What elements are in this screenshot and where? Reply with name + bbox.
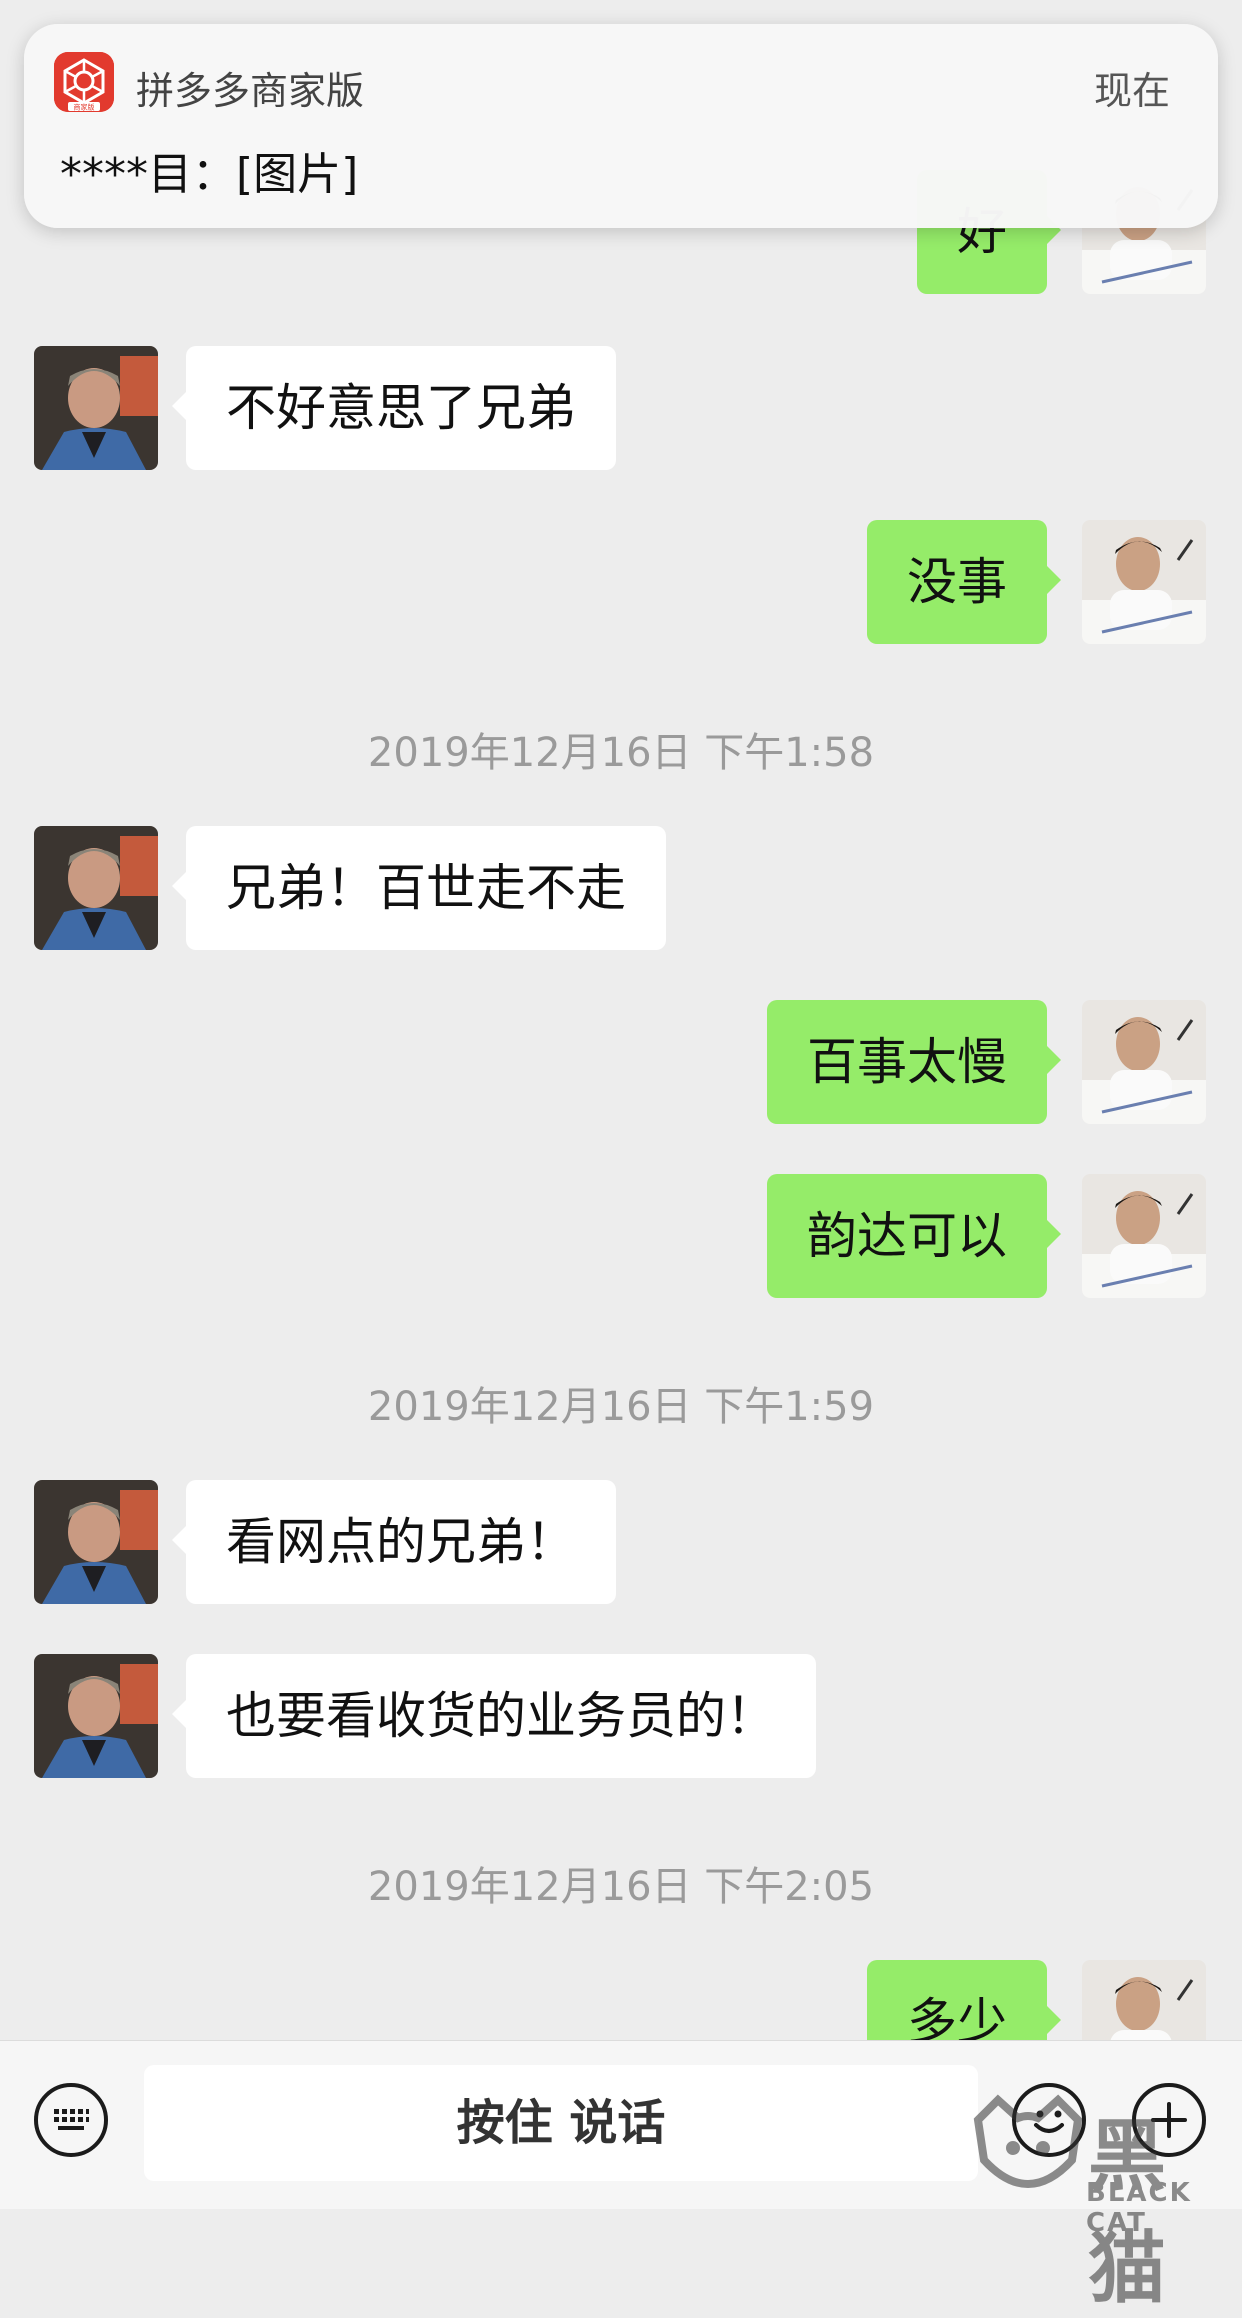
notification-message: ****目：[图片]: [60, 149, 359, 200]
keyboard-icon[interactable]: [34, 2083, 108, 2157]
black-cat-logo: [973, 2094, 1083, 2188]
avatar-self[interactable]: [1082, 1000, 1206, 1124]
avatar-contact[interactable]: [34, 1480, 158, 1604]
message-bubble-outgoing[interactable]: 没事: [867, 520, 1061, 644]
hold-to-talk-button[interactable]: 按住 说话: [144, 2065, 978, 2181]
app-icon-badge: 商家版: [74, 103, 95, 112]
avatar-contact[interactable]: [34, 826, 158, 950]
avatar-contact[interactable]: [34, 1654, 158, 1778]
message-bubble-outgoing[interactable]: 百事太慢: [767, 1000, 1061, 1124]
notification-time: 现在: [1093, 69, 1170, 113]
message-bubble-incoming[interactable]: 兄弟！百世走不走: [172, 826, 666, 950]
watermark: 黑猫 BLACK CAT: [968, 2090, 1242, 2314]
pinduoduo-merchant-icon: 商家版: [54, 52, 114, 112]
timestamp: 2019年12月16日 下午1:58: [367, 730, 875, 776]
watermark-subtext: BLACK CAT: [1086, 2178, 1192, 2238]
timestamp: 2019年12月16日 下午1:59: [367, 1384, 875, 1430]
message-bubble-incoming[interactable]: 看网点的兄弟！: [172, 1480, 616, 1604]
message-bubble-incoming[interactable]: 不好意思了兄弟: [172, 346, 616, 470]
avatar-self[interactable]: [1082, 520, 1206, 644]
timestamp: 2019年12月16日 下午2:05: [367, 1864, 875, 1910]
notification-app-name: 拼多多商家版: [136, 69, 365, 113]
message-bubble-outgoing[interactable]: 韵达可以: [767, 1174, 1061, 1298]
avatar-self[interactable]: [1082, 1174, 1206, 1298]
message-bubble-incoming[interactable]: 也要看收货的业务员的！: [172, 1654, 816, 1778]
avatar-contact[interactable]: [34, 346, 158, 470]
push-notification[interactable]: 商家版 拼多多商家版 现在 ****目：[图片]: [24, 24, 1218, 228]
